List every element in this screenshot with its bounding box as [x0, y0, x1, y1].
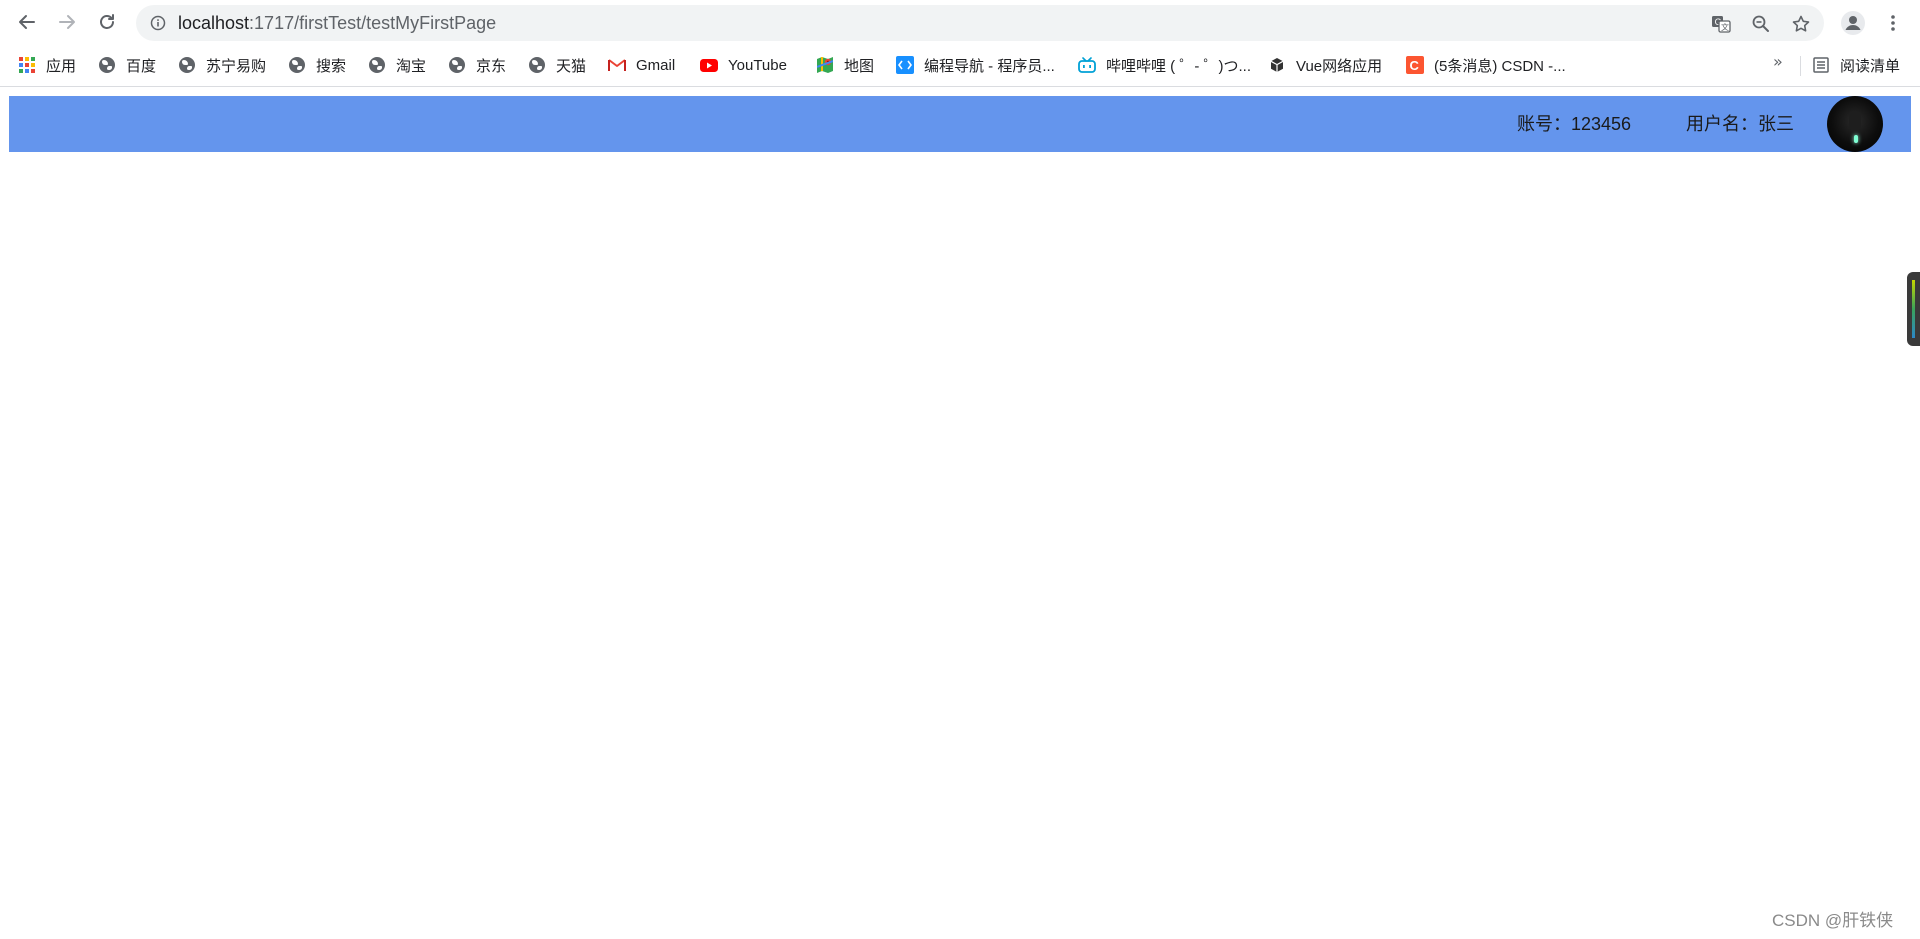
- globe-icon: [528, 56, 546, 74]
- bilibili-icon: [1078, 56, 1096, 74]
- globe-icon: [288, 56, 306, 74]
- bookmark-label: 哔哩哔哩 ( ゜- ゜)つ...: [1106, 57, 1251, 75]
- globe-icon: [368, 56, 386, 74]
- bookmark-baidu[interactable]: 百度: [98, 52, 156, 78]
- translate-icon[interactable]: G文: [1710, 13, 1732, 35]
- forward-button[interactable]: [52, 7, 82, 37]
- csdn-icon: C: [1406, 56, 1424, 74]
- bookmarks-bar: 应用 百度 苏宁易购 搜索 淘宝 京东 天猫 Gmail YouTube 地图 …: [0, 46, 1920, 87]
- reading-list-icon: [1812, 56, 1830, 74]
- bookmark-label: 苏宁易购: [206, 57, 267, 75]
- browser-toolbar: localhost:1717/firstTest/testMyFirstPage…: [0, 0, 1920, 46]
- reload-icon: [100, 14, 114, 29]
- bookmarks-divider: [1800, 56, 1801, 76]
- watermark: CSDN @肝铁侠: [1772, 911, 1894, 930]
- bookmark-suning[interactable]: 苏宁易购: [178, 52, 266, 78]
- globe-icon: [448, 56, 466, 74]
- account-label: 账号：123456: [1517, 114, 1632, 134]
- browser-menu-button[interactable]: [1878, 8, 1908, 38]
- bookmark-gmail[interactable]: Gmail: [608, 52, 675, 78]
- more-vertical-icon: [1891, 15, 1895, 31]
- page-header: 账号：123456 用户名：张三: [9, 96, 1911, 152]
- bookmark-label: 应用: [46, 57, 77, 75]
- bookmark-star-icon[interactable]: [1790, 13, 1812, 35]
- profile-button[interactable]: [1838, 8, 1868, 38]
- account-circle-icon: [1841, 11, 1865, 35]
- bookmark-apps[interactable]: 应用: [18, 52, 76, 78]
- bookmark-label: 地图: [844, 57, 875, 75]
- forward-arrow-icon: [59, 15, 75, 29]
- bookmark-csdn[interactable]: C (5条消息) CSDN -...: [1406, 52, 1566, 78]
- bookmark-code-nav[interactable]: 编程导航 - 程序员...: [896, 52, 1055, 78]
- bookmark-label: 百度: [126, 57, 157, 75]
- bookmark-label: 编程导航 - 程序员...: [924, 57, 1055, 75]
- bookmark-vue-app[interactable]: Vue网络应用: [1268, 52, 1382, 78]
- reload-button[interactable]: [92, 7, 122, 37]
- bookmark-label: Gmail: [636, 56, 676, 74]
- svg-text:C: C: [1410, 58, 1420, 73]
- site-info-icon[interactable]: [148, 13, 168, 33]
- bookmark-label: Vue网络应用: [1296, 57, 1383, 75]
- side-widget-handle[interactable]: [1907, 272, 1920, 346]
- bookmark-jd[interactable]: 京东: [448, 52, 506, 78]
- bookmark-label: YouTube: [728, 56, 787, 74]
- bookmark-label: 搜索: [316, 57, 347, 75]
- back-arrow-icon: [19, 15, 35, 29]
- code-nav-icon: [896, 56, 914, 74]
- url-host: localhost: [178, 13, 250, 33]
- zoom-icon[interactable]: [1750, 13, 1772, 35]
- back-button[interactable]: [12, 7, 42, 37]
- bookmark-maps[interactable]: 地图: [816, 52, 874, 78]
- reading-list-button[interactable]: 阅读清单: [1812, 52, 1900, 78]
- bookmark-tmall[interactable]: 天猫: [528, 52, 586, 78]
- url-path: :1717/firstTest/testMyFirstPage: [249, 13, 497, 33]
- reading-list-label: 阅读清单: [1840, 57, 1901, 75]
- maps-icon: [816, 56, 834, 74]
- gmail-icon: [608, 56, 626, 74]
- bookmark-label: 京东: [476, 57, 507, 75]
- bookmark-bilibili[interactable]: 哔哩哔哩 ( ゜- ゜)つ...: [1078, 52, 1251, 78]
- address-bar[interactable]: localhost:1717/firstTest/testMyFirstPage…: [136, 5, 1824, 41]
- url-text[interactable]: localhost:1717/firstTest/testMyFirstPage: [178, 12, 496, 34]
- bookmark-taobao[interactable]: 淘宝: [368, 52, 426, 78]
- globe-icon: [178, 56, 196, 74]
- cube-icon: [1268, 56, 1286, 74]
- bookmark-label: 淘宝: [396, 57, 427, 75]
- bookmark-search[interactable]: 搜索: [288, 52, 346, 78]
- avatar[interactable]: [1827, 96, 1883, 152]
- bookmark-youtube[interactable]: YouTube: [700, 52, 787, 78]
- globe-icon: [98, 56, 116, 74]
- bookmark-label: 天猫: [556, 57, 587, 75]
- bookmarks-overflow-button[interactable]: »: [1773, 52, 1783, 71]
- svg-text:文: 文: [1721, 22, 1729, 32]
- username-label: 用户名：张三: [1686, 114, 1794, 134]
- youtube-icon: [700, 56, 718, 74]
- apps-grid-icon: [18, 56, 36, 74]
- bookmark-label: (5条消息) CSDN -...: [1434, 57, 1566, 75]
